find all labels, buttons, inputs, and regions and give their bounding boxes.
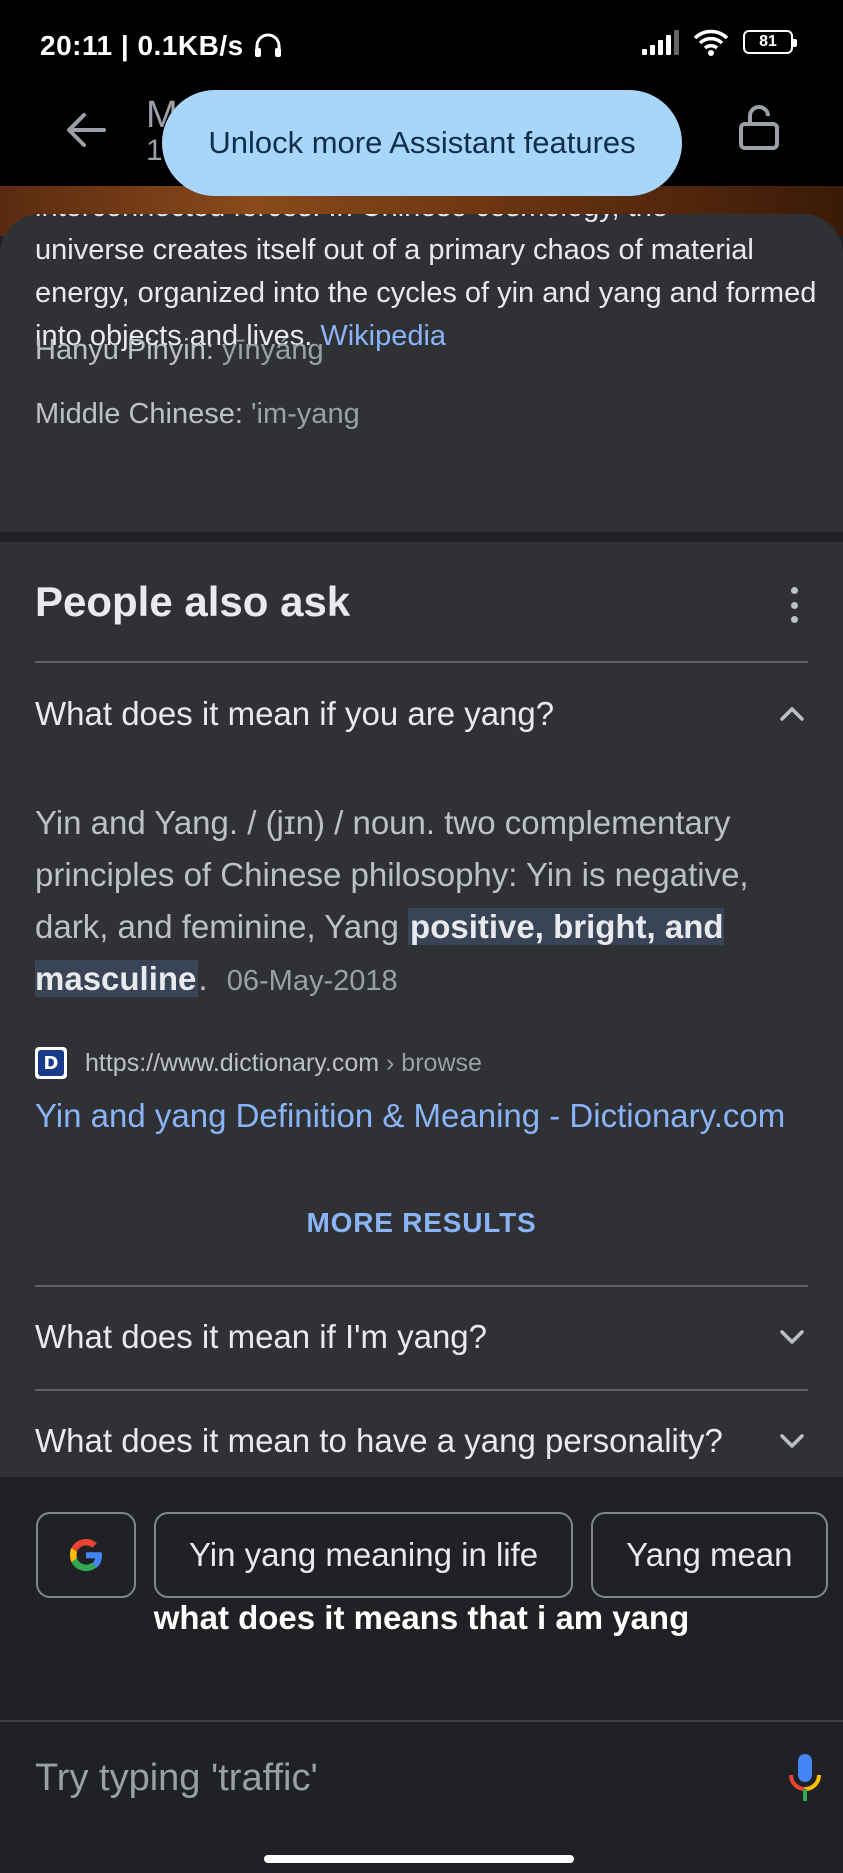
google-search-chip[interactable]	[36, 1512, 136, 1598]
suggestion-chips: Yin yang meaning in life Yang mean	[36, 1512, 828, 1598]
question-text: What does it mean if I'm yang?	[35, 1318, 488, 1355]
more-results-button[interactable]: MORE RESULTS	[0, 1207, 843, 1239]
divider	[35, 661, 808, 663]
knowledge-card: interconnected forces. In Chinese cosmol…	[0, 214, 843, 532]
wikipedia-link[interactable]: Wikipedia	[320, 320, 446, 352]
answer-date: 06-May-2018	[226, 965, 398, 997]
more-options-icon[interactable]	[788, 587, 800, 623]
result-title-link[interactable]: Yin and yang Definition & Meaning - Dict…	[35, 1097, 785, 1135]
chevron-up-icon	[780, 707, 804, 721]
chevron-down-icon	[780, 1330, 804, 1344]
answer-end: .	[198, 960, 208, 997]
status-bar: 20:11 | 0.1KB/s 81	[0, 0, 843, 90]
signal-icon	[642, 29, 679, 55]
input-placeholder: Try typing 'traffic'	[35, 1756, 318, 1799]
battery-level: 81	[759, 33, 777, 50]
suggestion-chip[interactable]: Yin yang meaning in life	[154, 1512, 574, 1598]
source-url: https://www.dictionary.com › browse	[85, 1048, 482, 1077]
question-text: What does it mean to have a yang persona…	[35, 1422, 723, 1459]
unlock-banner-label: Unlock more Assistant features	[208, 125, 636, 160]
hanyu-label: Hanyu Pinyin:	[35, 334, 214, 366]
middle-value: 'im-yang	[251, 398, 360, 430]
paa-title: People also ask	[35, 578, 351, 625]
mic-icon[interactable]	[785, 1752, 825, 1804]
assistant-query: what does it means that i am yang	[153, 1599, 690, 1636]
assistant-input[interactable]: Try typing 'traffic'	[35, 1722, 825, 1834]
source-row[interactable]: D https://www.dictionary.com › browse	[35, 1047, 482, 1079]
battery-icon: 81	[743, 30, 797, 54]
lock-icon[interactable]	[734, 102, 784, 152]
middle-chinese-row: Middle Chinese: 'im-yang	[35, 398, 360, 431]
unlock-assistant-banner[interactable]: Unlock more Assistant features	[162, 90, 682, 196]
assistant-panel: Yin yang meaning in life Yang mean what …	[0, 1477, 843, 1873]
home-indicator[interactable]	[264, 1855, 574, 1863]
status-time-speed: 20:11 | 0.1KB/s	[40, 30, 282, 62]
dictionary-favicon-icon: D	[35, 1047, 67, 1079]
wifi-icon	[693, 29, 729, 56]
app-subtitle: 1	[146, 134, 163, 167]
paa-question[interactable]: What does it mean if I'm yang?	[35, 1287, 808, 1387]
hanyu-pinyin-row: Hanyu Pinyin: yīnyáng	[35, 334, 324, 367]
back-arrow-icon[interactable]	[60, 104, 112, 156]
people-also-ask: People also ask What does it mean if you…	[0, 542, 843, 1477]
paa-question-expanded[interactable]: What does it mean if you are yang?	[35, 664, 808, 764]
chevron-down-icon	[780, 1434, 804, 1448]
google-g-icon	[70, 1539, 102, 1571]
middle-label: Middle Chinese:	[35, 398, 243, 430]
question-text: What does it mean if you are yang?	[35, 695, 555, 732]
status-icons: 81	[642, 28, 797, 56]
answer-snippet: Yin and Yang. / (jɪn) / noun. two comple…	[35, 797, 825, 1007]
suggestion-chip[interactable]: Yang mean	[591, 1512, 828, 1598]
paa-question[interactable]: What does it mean to have a yang persona…	[35, 1391, 808, 1491]
description-cutoff-line: interconnected forces. In Chinese cosmol…	[35, 214, 825, 229]
headphones-icon	[254, 33, 281, 57]
hanyu-value: yīnyáng	[222, 334, 324, 366]
